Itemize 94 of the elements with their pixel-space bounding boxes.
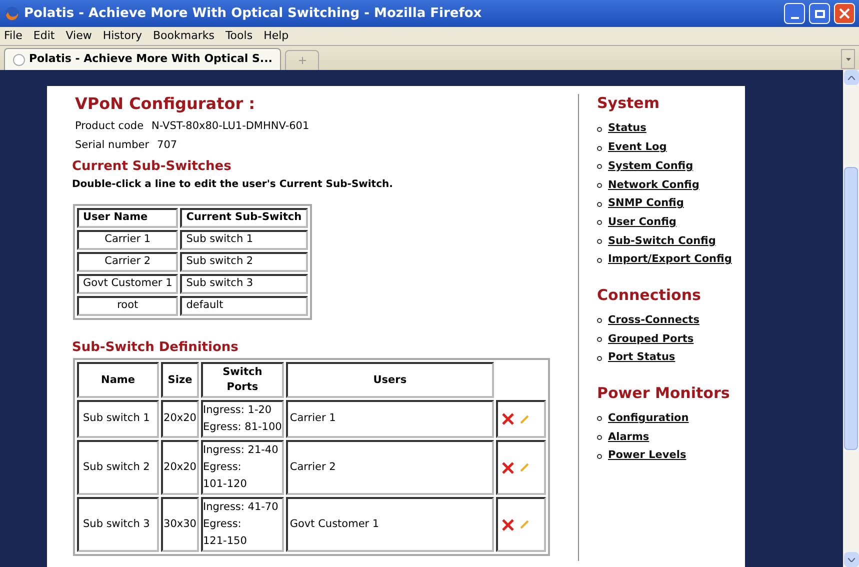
sidebar-link[interactable]: User Config [608,214,676,231]
section-heading: Current Sub-Switches [72,159,232,175]
table-cell: Carrier 2 [286,440,494,495]
bullet-icon [597,126,602,132]
table-cell: Carrier 1 [77,230,178,250]
bullet-icon [597,318,602,324]
column-header: User Name [77,208,178,228]
bullet-icon [597,416,602,422]
column-header: Current Sub-Switch [180,208,308,228]
column-header: Users [286,362,494,398]
menu-item[interactable]: File [4,28,22,44]
column-header: Size [161,362,199,398]
hint-text: Double-click a line to edit the user's Current Sub-Switch. [72,178,394,192]
table-row[interactable]: Carrier 1 Sub switch 1 [77,230,308,250]
bullet-icon [597,202,602,207]
sidebar-heading: Connections [597,286,702,304]
page-icon [13,54,25,66]
sidebar-heading: System [597,94,660,112]
table-cell: Ingress: 21-40 Egress: 101-120 [201,440,284,495]
scrollbar[interactable] [843,70,859,567]
sidebar-link[interactable]: Sub-Switch Config [608,234,716,250]
table-row[interactable]: root default [77,296,308,316]
scroll-up-button[interactable] [844,70,858,85]
table-cell: Sub switch 2 [180,252,308,272]
close-icon [839,8,850,19]
table-cell: Sub switch 3 [77,497,159,552]
browser-tab[interactable]: Polatis - Achieve More With Optical S... [4,48,282,70]
sidebar-link[interactable]: Configuration [608,411,689,427]
table-cell: Carrier 1 [286,400,494,438]
bullet-icon [597,182,602,188]
caret-icon [846,58,850,60]
maximize-button[interactable] [809,3,830,24]
sidebar-link[interactable]: Import/Export Config [608,252,732,268]
table-cell: Sub switch 3 [180,274,308,294]
bullet-icon [597,356,602,361]
table-cell: Ingress: 1-20 Egress: 81-100 [201,400,284,438]
bullet-icon [597,238,602,244]
table-cell: default [180,296,308,316]
scroll-down-button[interactable] [844,552,858,567]
sidebar-link[interactable]: Status [608,121,646,138]
delete-icon[interactable] [502,413,514,425]
section-heading: Sub-Switch Definitions [72,340,240,356]
bullet-icon [597,146,602,151]
sidebar-link[interactable]: System Config [608,158,694,175]
bullet-icon [597,337,602,342]
close-button[interactable] [834,3,855,24]
sidebar-link[interactable]: Port Status [608,350,676,366]
column-header: Switch Ports [201,362,284,398]
sidebar-link[interactable]: Cross-Connects [608,312,700,329]
bullet-icon [597,258,602,263]
tab-list-button[interactable] [841,49,855,69]
table-row[interactable]: Govt Customer 1 Sub switch 3 [77,274,308,294]
menu-item[interactable]: Tools [225,28,253,44]
field-label: Product code [75,119,144,133]
sidebar-link[interactable]: Alarms [608,430,650,446]
table-cell: root [77,296,178,316]
window-title: Polatis - Achieve More With Optical Switching - Mozilla Firefox [24,4,483,23]
table-cell: Ingress: 41-70 Egress: 121-150 [201,497,284,552]
table-row[interactable]: Carrier 2 Sub switch 2 [77,252,308,272]
bullet-icon [597,435,602,440]
menu-item[interactable]: Edit [33,28,55,44]
sidebar-heading: Power Monitors [597,384,731,402]
scroll-thumb[interactable] [844,167,858,450]
sidebar-link[interactable]: Event Log [608,140,667,156]
page-title: VPoN Configurator : [75,94,256,114]
table-cell: Sub switch 1 [77,400,159,438]
table-cell: 20x20 [161,400,199,438]
field-label: Serial number [75,138,150,152]
menu-item[interactable]: Help [264,28,289,44]
table-cell: Sub switch 2 [77,440,159,495]
sidebar-link[interactable]: SNMP Config [608,196,684,212]
field-value: 707 [157,138,178,152]
delete-icon[interactable] [502,518,514,530]
table-cell: Govt Customer 1 [77,274,178,294]
minimize-button[interactable] [784,3,805,24]
column-header: Name [77,362,159,398]
bullet-icon [597,164,602,170]
menu-item[interactable]: View [66,28,92,44]
table-cell: Govt Customer 1 [286,497,494,552]
plus-icon [298,57,306,64]
table-cell: 30x30 [161,497,199,552]
bullet-icon [597,220,602,226]
sidebar-link[interactable]: Power Levels [608,448,686,464]
delete-icon[interactable] [502,462,514,474]
table-cell: Carrier 2 [77,252,178,272]
bullet-icon [597,454,602,459]
sidebar-link[interactable]: Network Config [608,178,700,194]
sidebar-link[interactable]: Grouped Ports [608,332,694,348]
table-cell: Sub switch 1 [180,230,308,250]
field-value: N-VST-80x80-LU1-DMHNV-601 [152,119,310,133]
menu-item[interactable]: Bookmarks [152,28,214,44]
table-cell: 20x20 [161,440,199,495]
browser-logo-icon [4,6,20,22]
menu-item[interactable]: History [102,28,142,44]
